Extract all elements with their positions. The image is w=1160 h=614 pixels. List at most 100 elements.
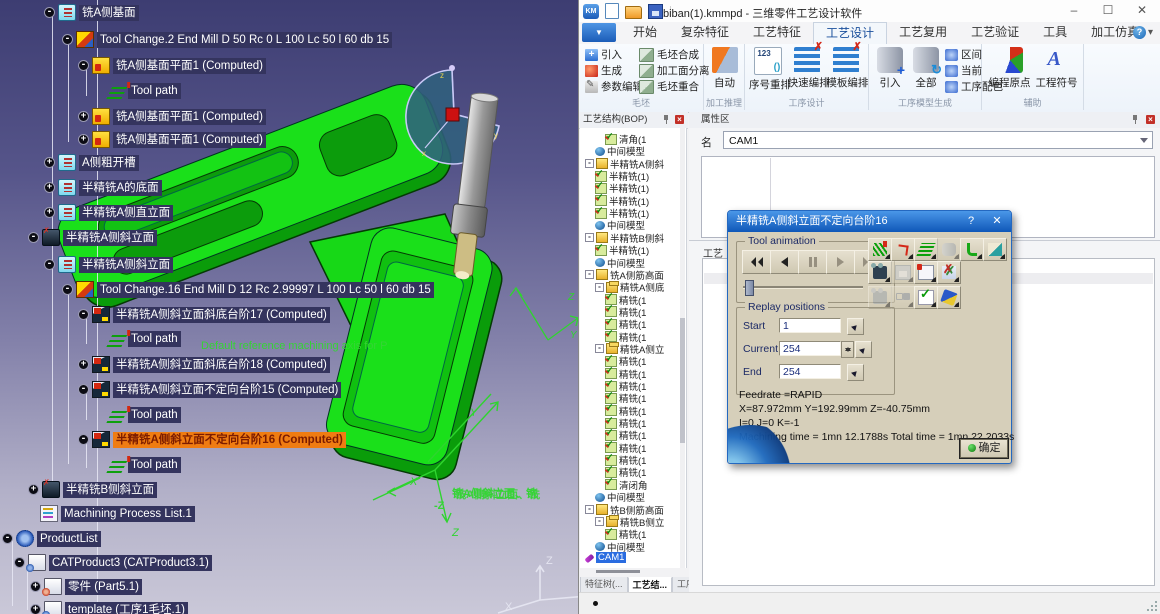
feedrate-color-icon-button[interactable] bbox=[960, 238, 984, 261]
bop-tree-item[interactable]: CAM1 bbox=[585, 552, 626, 563]
tree-item-label[interactable]: 半精铣B侧斜立面 bbox=[63, 482, 157, 498]
dock-tab-工艺结...[interactable]: 工艺结... bbox=[628, 577, 673, 593]
panel-close-icon[interactable]: × bbox=[675, 115, 684, 124]
tree-item-label[interactable]: Tool Change.16 End Mill D 12 Rc 2.99997 … bbox=[97, 282, 434, 298]
process-tree-item[interactable]: -半精铣A侧斜立面 bbox=[44, 256, 173, 273]
collapse-node-icon[interactable]: - bbox=[44, 259, 55, 270]
collapse-node-icon[interactable]: - bbox=[2, 533, 13, 544]
ribbon-button-模板编排[interactable]: 模板编排 bbox=[826, 46, 865, 98]
tab-工艺复用[interactable]: 工艺复用 bbox=[887, 22, 959, 44]
ribbon-button-当前[interactable]: 当前 bbox=[945, 63, 982, 78]
tree-item-label[interactable]: Machining Process List.1 bbox=[61, 506, 195, 522]
process-tree-item[interactable]: +半精铣A侧斜立面斜底台阶18 (Computed) bbox=[78, 356, 330, 373]
process-tree-item[interactable]: -半精铣A侧斜立面不定向台阶16 (Computed) bbox=[78, 431, 346, 448]
ribbon-button-毛坯重合[interactable]: 毛坯重合 bbox=[639, 79, 699, 94]
ribbon-button-加工面分离[interactable]: 加工面分离 bbox=[639, 63, 710, 78]
ribbon-button-参数编辑[interactable]: 参数编辑 bbox=[585, 79, 643, 94]
toolpath-replay-icon-button[interactable] bbox=[868, 238, 892, 261]
process-tree-item[interactable]: - CATProduct3 (CATProduct3.1) bbox=[14, 554, 212, 571]
collapse-node-icon[interactable]: - bbox=[585, 159, 594, 168]
expand-node-icon[interactable]: + bbox=[44, 182, 55, 193]
ribbon-button-全部[interactable]: 全部 bbox=[909, 46, 943, 98]
panel-close-icon[interactable]: × bbox=[1146, 115, 1155, 124]
ribbon-button-引入[interactable]: 引入 bbox=[873, 46, 907, 98]
replay-slider[interactable] bbox=[743, 280, 873, 296]
process-tree-item[interactable]: -半精铣A侧斜立面 bbox=[28, 229, 157, 246]
collapse-node-icon[interactable]: - bbox=[78, 434, 89, 445]
tab-工艺设计[interactable]: 工艺设计 bbox=[813, 22, 887, 44]
stereo-view-icon-button[interactable] bbox=[891, 286, 915, 309]
ribbon-button-快速编排[interactable]: 快速编排 bbox=[788, 46, 827, 98]
bop-hscrollbar-thumb[interactable] bbox=[596, 570, 640, 573]
collapse-node-icon[interactable]: - bbox=[595, 517, 604, 526]
ribbon-button-区间[interactable]: 区间 bbox=[945, 47, 982, 62]
maximize-button[interactable]: ☐ bbox=[1091, 0, 1125, 20]
bop-scrollbar-thumb[interactable] bbox=[680, 318, 685, 443]
current-spinner[interactable] bbox=[841, 341, 854, 358]
close-button[interactable]: ✕ bbox=[1125, 0, 1159, 20]
edit-notes-icon-button[interactable] bbox=[914, 261, 938, 284]
expand-node-icon[interactable]: + bbox=[44, 157, 55, 168]
tree-item-label[interactable]: 半精铣A侧斜立面 bbox=[63, 230, 157, 246]
save-icon[interactable] bbox=[648, 4, 663, 19]
expand-node-icon[interactable]: + bbox=[78, 359, 89, 370]
app-menu-button[interactable]: ▼ bbox=[582, 23, 616, 42]
process-tree-item[interactable]: +半精铣A侧直立面 bbox=[44, 204, 173, 221]
replay-dialog[interactable]: 半精铣A侧斜立面不定向台阶16 ? ✕ Tool animation Repla… bbox=[727, 210, 1012, 464]
expand-node-icon[interactable]: + bbox=[28, 484, 39, 495]
tool-holder-icon-button[interactable] bbox=[937, 286, 961, 309]
process-tree-item[interactable]: +A侧粗开槽 bbox=[44, 154, 139, 171]
process-tree-item[interactable]: +铣A侧基面平面1 (Computed) bbox=[78, 131, 266, 148]
start-field[interactable]: 1 bbox=[779, 318, 841, 333]
verify-check-icon-button[interactable] bbox=[914, 286, 938, 309]
end-field[interactable]: 254 bbox=[779, 364, 841, 379]
ribbon-button-工程符号[interactable]: 工程符号 bbox=[1033, 46, 1080, 98]
collapse-node-icon[interactable]: - bbox=[14, 557, 25, 568]
collapse-node-icon[interactable]: - bbox=[595, 344, 604, 353]
photo-markup-icon-button[interactable] bbox=[937, 261, 961, 284]
collapse-node-icon[interactable]: - bbox=[78, 384, 89, 395]
tree-item-label[interactable]: 零件 (Part5.1) bbox=[65, 579, 142, 595]
ribbon-button-序号重排[interactable]: 序号重排 bbox=[749, 46, 788, 98]
name-combobox[interactable]: CAM1 bbox=[723, 131, 1153, 149]
process-tree-item[interactable]: - 铣A侧基面 bbox=[44, 4, 139, 21]
process-tree-item[interactable]: Tool path bbox=[110, 331, 181, 347]
tree-item-label[interactable]: Tool path bbox=[128, 407, 181, 423]
process-tree-item[interactable]: - Tool Change.2 End Mill D 50 Rc 0 L 100 … bbox=[62, 31, 392, 48]
current-picker-button[interactable] bbox=[855, 341, 872, 358]
tree-item-label[interactable]: 半精铣A侧斜立面斜底台阶17 (Computed) bbox=[113, 307, 330, 323]
play-button[interactable] bbox=[826, 250, 855, 274]
collapse-node-icon[interactable]: - bbox=[585, 505, 594, 514]
bop-item-label[interactable]: CAM1 bbox=[596, 552, 626, 563]
open-file-icon[interactable] bbox=[625, 6, 642, 19]
collapse-node-icon[interactable]: - bbox=[585, 270, 594, 279]
tree-item-label[interactable]: template (工序1毛坯.1) bbox=[65, 602, 188, 614]
snapshot-icon-button[interactable] bbox=[868, 286, 892, 309]
process-tree-item[interactable]: +template (工序1毛坯.1) bbox=[30, 601, 188, 614]
process-tree-item[interactable]: -ProductList bbox=[2, 530, 101, 547]
tree-item-label[interactable]: Tool path bbox=[128, 457, 181, 473]
tree-item-label[interactable]: Tool Change.2 End Mill D 50 Rc 0 L 100 L… bbox=[97, 32, 392, 48]
tree-item-label[interactable]: CATProduct3 (CATProduct3.1) bbox=[49, 555, 212, 571]
collapse-node-icon[interactable]: - bbox=[78, 309, 89, 320]
tab-工艺验证[interactable]: 工艺验证 bbox=[959, 22, 1031, 44]
tree-item-label[interactable]: Tool path bbox=[128, 83, 181, 99]
video-replay-icon-button[interactable] bbox=[868, 261, 892, 284]
tree-item-label[interactable]: 铣A侧基面平面1 (Computed) bbox=[113, 58, 266, 74]
tree-item-label[interactable]: 铣A侧基面 bbox=[79, 5, 139, 21]
new-file-icon[interactable] bbox=[605, 3, 619, 19]
process-tree-item[interactable]: Tool path bbox=[110, 457, 181, 473]
process-tree-item[interactable]: - 半精铣A侧斜立面斜底台阶17 (Computed) bbox=[78, 306, 330, 323]
tree-item-label[interactable]: 铣A侧基面平面1 (Computed) bbox=[113, 109, 266, 125]
ribbon-button-生成[interactable]: 生成 bbox=[585, 63, 622, 78]
tree-item-label[interactable]: 铣A侧基面平面1 (Computed) bbox=[113, 132, 266, 148]
collapse-node-icon[interactable]: - bbox=[62, 34, 73, 45]
collapse-node-icon[interactable]: - bbox=[44, 7, 55, 18]
current-field[interactable]: 254 bbox=[779, 341, 841, 356]
tab-工具[interactable]: 工具 bbox=[1031, 22, 1079, 44]
tree-item-label[interactable]: 半精铣A的底面 bbox=[79, 180, 162, 196]
ribbon-button-自动[interactable]: 自动 bbox=[708, 46, 741, 98]
process-tree-item[interactable]: + 半精铣A的底面 bbox=[44, 179, 162, 196]
continuous-replay-icon-button[interactable] bbox=[914, 238, 938, 261]
tab-复杂特征[interactable]: 复杂特征 bbox=[669, 22, 741, 44]
